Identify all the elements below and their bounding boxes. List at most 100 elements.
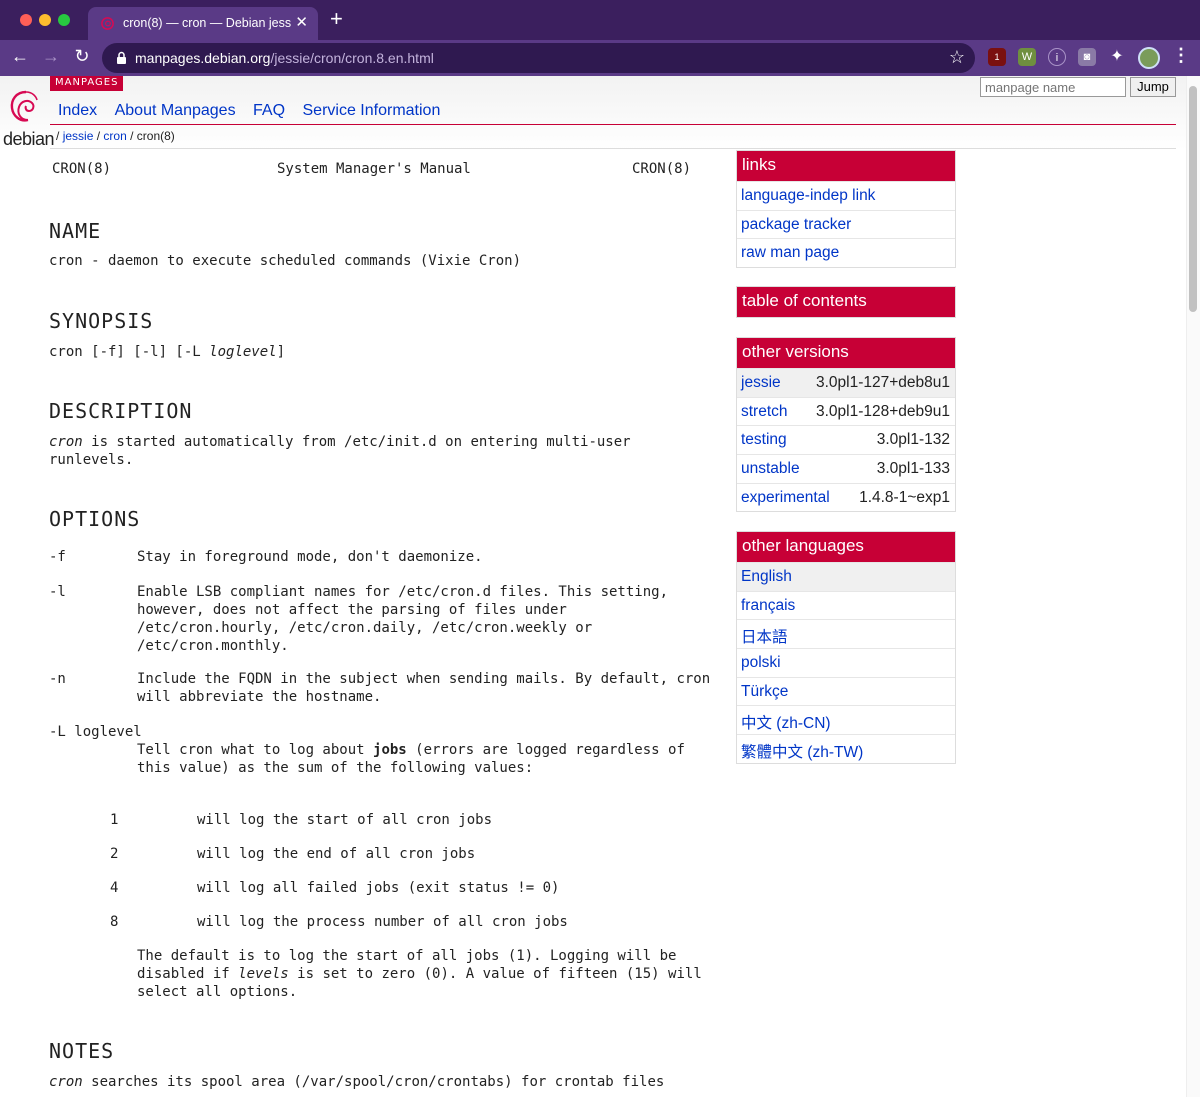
- versions-panel-title: other versions: [737, 338, 955, 368]
- version-number: 3.0pl1-132: [876, 431, 950, 449]
- toc-panel-title[interactable]: table of contents: [737, 287, 955, 317]
- language-link-japanese[interactable]: 日本語: [741, 629, 788, 646]
- option-l-line: Enable LSB compliant names for /etc/cron…: [137, 584, 669, 600]
- heading-name: NAME: [49, 219, 102, 243]
- language-link-english[interactable]: English: [741, 568, 792, 585]
- camera-extension-icon[interactable]: ◙: [1078, 48, 1096, 66]
- raw-man-page-link[interactable]: raw man page: [741, 244, 839, 261]
- option-L-line-1: Tell cron what to log about jobs (errors…: [137, 742, 685, 758]
- option-l-line: /etc/cron.hourly, /etc/cron.daily, /etc/…: [137, 620, 593, 636]
- language-row: English: [737, 562, 955, 591]
- close-window-button[interactable]: [20, 14, 32, 26]
- version-suite-link[interactable]: testing: [741, 431, 787, 448]
- version-suite-link[interactable]: unstable: [741, 460, 800, 477]
- option-n-flag: -n: [49, 671, 66, 687]
- url-text: manpages.debian.org/jessie/cron/cron.8.e…: [135, 50, 434, 66]
- extensions-icon[interactable]: ✦: [1108, 48, 1126, 66]
- version-number: 3.0pl1-133: [876, 460, 950, 478]
- sidebar-link: raw man page: [737, 238, 955, 267]
- default-line-2: disabled if levels is set to zero (0). A…: [137, 966, 702, 982]
- version-row: stretch 3.0pl1-128+deb9u1: [737, 396, 955, 426]
- language-link-french[interactable]: français: [741, 597, 795, 614]
- sidebar-link: package tracker: [737, 209, 955, 239]
- language-link-zh-tw[interactable]: 繁體中文 (zh-TW): [741, 744, 863, 761]
- log-value-text: will log the start of all cron jobs: [197, 812, 493, 828]
- tab-close-icon[interactable]: ✕: [295, 13, 308, 31]
- language-link-zh-cn[interactable]: 中文 (zh-CN): [741, 715, 831, 732]
- log-value-text: will log the end of all cron jobs: [197, 846, 476, 862]
- language-row: français: [737, 590, 955, 620]
- language-link-polish[interactable]: polski: [741, 654, 781, 671]
- links-panel-title: links: [737, 151, 955, 181]
- scrollbar-thumb[interactable]: [1189, 86, 1197, 312]
- toc-panel[interactable]: table of contents: [736, 286, 956, 318]
- reload-icon[interactable]: ↻: [70, 46, 94, 67]
- ublock-extension-icon[interactable]: 1: [988, 48, 1006, 66]
- language-row: 日本語: [737, 619, 955, 648]
- notes-line-1: cron searches its spool area (/var/spool…: [49, 1074, 665, 1090]
- version-suite-link[interactable]: experimental: [741, 489, 830, 506]
- web-page: debian MANPAGES Index About Manpages FAQ…: [0, 76, 1200, 1097]
- languages-panel-title: other languages: [737, 532, 955, 562]
- back-icon[interactable]: ←: [8, 46, 32, 67]
- log-value-num: 2: [110, 846, 119, 862]
- version-number: 3.0pl1-127+deb8u1: [815, 374, 950, 391]
- info-extension-icon[interactable]: i: [1048, 48, 1066, 66]
- language-row: polski: [737, 648, 955, 677]
- log-value-text: will log the process number of all cron …: [197, 914, 568, 930]
- language-row: Türkçe: [737, 676, 955, 706]
- wappalyzer-extension-icon[interactable]: W: [1018, 48, 1036, 66]
- links-panel: links language-indep link package tracke…: [736, 150, 956, 269]
- forward-icon[interactable]: →: [39, 46, 63, 67]
- option-l-line: /etc/cron.monthly.: [137, 638, 289, 654]
- option-f-flag: -f: [49, 549, 66, 565]
- version-row: testing 3.0pl1-132: [737, 425, 955, 454]
- new-tab-icon[interactable]: +: [330, 8, 343, 30]
- browser-tab[interactable]: cron(8) — cron — Debian jessie ✕: [88, 7, 318, 40]
- language-indep-link[interactable]: language-indep link: [741, 187, 875, 204]
- lock-icon: [117, 51, 126, 64]
- package-tracker-link[interactable]: package tracker: [741, 216, 851, 233]
- option-f-text: Stay in foreground mode, don't daemonize…: [137, 549, 483, 565]
- heading-synopsis: SYNOPSIS: [49, 309, 154, 333]
- jump-button[interactable]: Jump: [1130, 77, 1176, 97]
- browser-toolbar: ← → ↻ manpages.debian.org/jessie/cron/cr…: [0, 40, 1200, 76]
- man-header-left: CRON(8): [52, 161, 112, 177]
- default-line-3: select all options.: [137, 984, 298, 1000]
- manpage-search-input[interactable]: [980, 77, 1126, 97]
- version-row: unstable 3.0pl1-133: [737, 454, 955, 483]
- option-L-line-2: this value) as the sum of the following …: [137, 760, 534, 776]
- manpage-content: CRON(8) System Manager's Manual CRON(8) …: [0, 76, 720, 1097]
- heading-options: OPTIONS: [49, 507, 141, 531]
- page-scrollbar[interactable]: [1186, 76, 1200, 1097]
- version-suite-link[interactable]: stretch: [741, 403, 788, 420]
- star-icon[interactable]: ☆: [949, 47, 965, 68]
- version-row: experimental 1.4.8-1~exp1: [737, 482, 955, 512]
- default-line-1: The default is to log the start of all j…: [137, 948, 677, 964]
- option-l-line: however, does not affect the parsing of …: [137, 602, 567, 618]
- maximize-window-button[interactable]: [58, 14, 70, 26]
- language-row: 中文 (zh-CN): [737, 705, 955, 734]
- profile-avatar[interactable]: [1138, 47, 1160, 69]
- log-value-num: 1: [110, 812, 119, 828]
- tab-title: cron(8) — cron — Debian jessie: [123, 16, 291, 30]
- languages-panel: other languages English français 日本語 pol…: [736, 531, 956, 764]
- version-number: 3.0pl1-128+deb9u1: [815, 402, 950, 420]
- description-line-2: runlevels.: [49, 452, 134, 468]
- address-bar[interactable]: manpages.debian.org/jessie/cron/cron.8.e…: [102, 43, 975, 73]
- extension-badge: 1: [994, 52, 1000, 62]
- versions-panel: other versions jessie 3.0pl1-127+deb8u1 s…: [736, 337, 956, 513]
- man-header-center: System Manager's Manual: [277, 161, 471, 177]
- log-value-num: 8: [110, 914, 119, 930]
- version-suite-link[interactable]: jessie: [741, 374, 781, 391]
- language-row: 繁體中文 (zh-TW): [737, 734, 955, 763]
- version-row: jessie 3.0pl1-127+deb8u1: [737, 368, 955, 397]
- option-L-flag: -L loglevel: [49, 724, 142, 740]
- menu-icon[interactable]: ⋮: [1172, 45, 1190, 66]
- man-header-right: CRON(8): [632, 161, 692, 177]
- sidebar-link: language-indep link: [737, 181, 955, 210]
- minimize-window-button[interactable]: [39, 14, 51, 26]
- heading-description: DESCRIPTION: [49, 399, 193, 423]
- language-link-turkish[interactable]: Türkçe: [741, 683, 788, 700]
- name-text: cron - daemon to execute scheduled comma…: [49, 253, 522, 269]
